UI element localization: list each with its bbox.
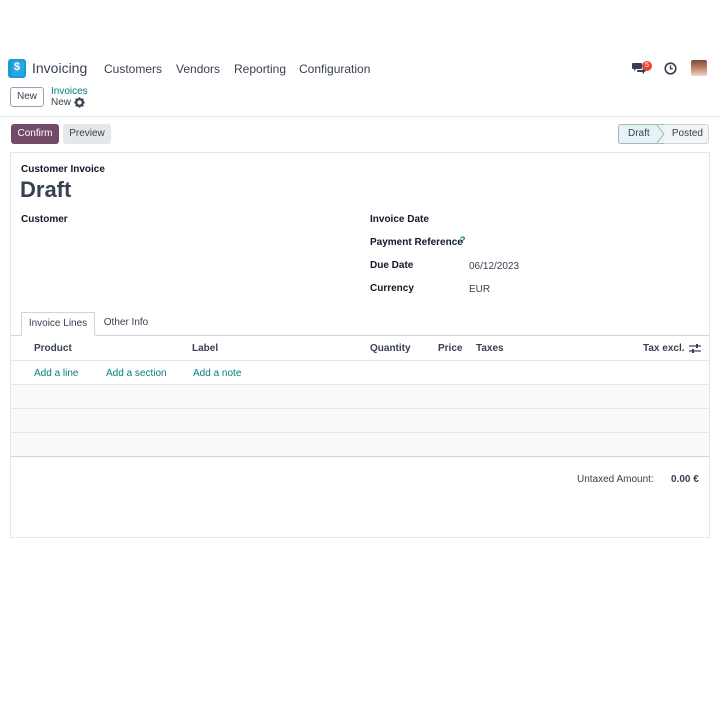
invoice-title: Draft (20, 177, 72, 202)
confirm-button[interactable]: Confirm (11, 124, 59, 144)
breadcrumb-current: New (51, 97, 72, 108)
menu-reporting[interactable]: Reporting (234, 62, 286, 76)
status-posted[interactable]: Posted (662, 124, 709, 144)
menu-customers[interactable]: Customers (104, 62, 162, 76)
menu-vendors[interactable]: Vendors (176, 62, 220, 76)
invoice-date-label: Invoice Date (370, 214, 429, 225)
untaxed-amount-value: 0.00 € (671, 474, 699, 485)
messages-badge: 5 (642, 61, 652, 71)
add-note-link[interactable]: Add a note (193, 368, 241, 379)
due-date-field[interactable]: 06/12/2023 (469, 261, 519, 272)
clock-icon[interactable] (664, 62, 677, 78)
column-taxes[interactable]: Taxes (476, 343, 504, 354)
customer-label: Customer (21, 214, 68, 225)
empty-row (11, 385, 709, 409)
untaxed-amount-label: Untaxed Amount: (577, 474, 654, 485)
add-section-link[interactable]: Add a section (106, 368, 167, 379)
breadcrumb-invoices[interactable]: Invoices (51, 86, 88, 97)
new-button[interactable]: New (10, 87, 44, 107)
status-bar: Posted Draft (618, 124, 709, 144)
invoice-form-sheet: Customer Invoice Draft Customer Invoice … (10, 152, 710, 538)
avatar[interactable] (691, 60, 707, 76)
tab-invoice-lines[interactable]: Invoice Lines (21, 312, 95, 336)
column-tax-excl[interactable]: Tax excl. (643, 343, 685, 354)
status-arrow-icon (656, 124, 665, 144)
column-price[interactable]: Price (438, 343, 462, 354)
currency-field[interactable]: EUR (469, 284, 490, 295)
help-icon[interactable]: ? (460, 235, 466, 245)
column-label[interactable]: Label (192, 343, 218, 354)
currency-label: Currency (370, 283, 414, 294)
preview-button[interactable]: Preview (63, 124, 111, 144)
top-navbar: $ Invoicing Customers Vendors Reporting … (0, 54, 720, 84)
column-product[interactable]: Product (34, 343, 72, 354)
invoicing-app-icon[interactable]: $ (8, 59, 26, 78)
header-divider (11, 360, 709, 361)
tab-other-info[interactable]: Other Info (97, 312, 155, 336)
column-quantity[interactable]: Quantity (370, 343, 411, 354)
gear-icon[interactable] (74, 97, 85, 111)
due-date-label: Due Date (370, 260, 414, 271)
invoice-type-label: Customer Invoice (21, 164, 105, 175)
sliders-icon[interactable] (689, 343, 701, 357)
empty-row (11, 409, 709, 433)
empty-row (11, 433, 709, 457)
app-name[interactable]: Invoicing (32, 60, 87, 76)
menu-configuration[interactable]: Configuration (299, 62, 370, 76)
table-bottom-divider (11, 456, 709, 457)
divider (0, 116, 720, 117)
payment-reference-label: Payment Reference (370, 237, 463, 248)
add-line-link[interactable]: Add a line (34, 368, 78, 379)
